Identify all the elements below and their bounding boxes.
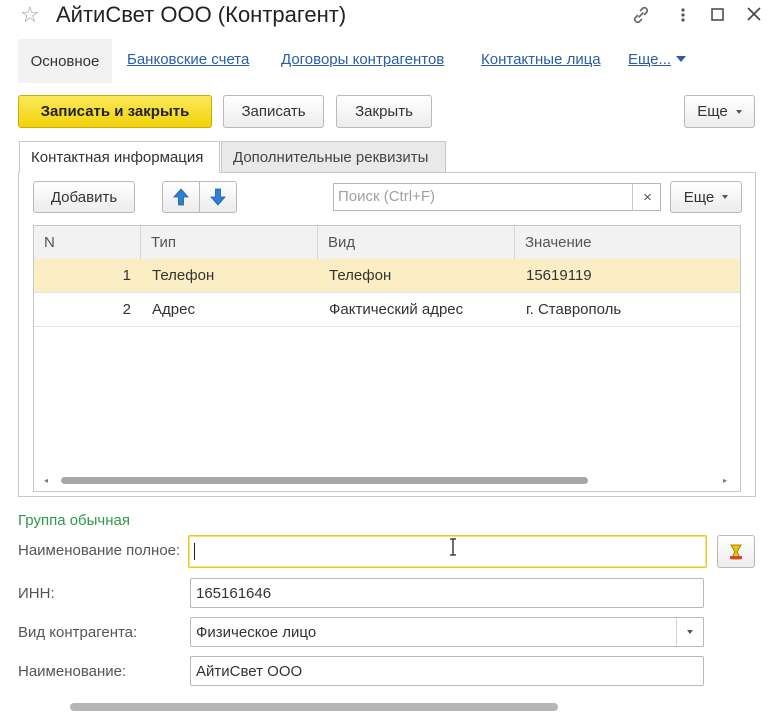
nav-more-arrow-icon[interactable] — [676, 56, 686, 62]
cell-value: 15619119 — [526, 267, 592, 284]
link-icon[interactable] — [630, 4, 652, 31]
name-field[interactable]: АйтиСвет ООО — [190, 656, 704, 686]
full-name-edit-button[interactable] — [717, 535, 755, 568]
save-button[interactable]: Записать — [223, 95, 324, 128]
group-title: Группа обычная — [18, 512, 130, 529]
more-button[interactable]: Еще — [684, 95, 755, 128]
window-title: АйтиСвет ООО (Контрагент) — [56, 2, 347, 27]
more-vertical-icon[interactable] — [680, 4, 686, 31]
search-placeholder: Поиск (Ctrl+F) — [338, 188, 435, 205]
chevron-down-icon — [722, 195, 729, 199]
move-up-button[interactable] — [162, 181, 200, 213]
tab-contact-info[interactable]: Контактная информация — [19, 141, 220, 173]
more-button-label: Еще — [697, 103, 728, 120]
favorite-star-icon[interactable]: ☆ — [20, 2, 40, 28]
counterparty-kind-select[interactable]: Физическое лицо — [190, 617, 704, 647]
maximize-icon[interactable] — [711, 8, 724, 26]
inn-label: ИНН: — [18, 585, 55, 602]
name-label: Наименование: — [18, 663, 127, 680]
row-divider — [34, 326, 740, 327]
chevron-down-icon — [735, 109, 742, 114]
column-header-type[interactable]: Тип — [141, 226, 318, 259]
nav-tab-contact-persons[interactable]: Контактные лица — [481, 51, 601, 68]
nav-tab-more[interactable]: Еще... — [628, 51, 671, 68]
cell-n: 2 — [122, 301, 131, 318]
i-beam-cursor-icon — [449, 538, 457, 559]
inn-field[interactable]: 165161646 — [190, 578, 704, 608]
table-more-button[interactable]: Еще — [670, 181, 742, 213]
counterparty-kind-label: Вид контрагента: — [18, 624, 138, 641]
nav-tab-bank-accounts[interactable]: Банковские счета — [127, 51, 249, 68]
column-header-kind[interactable]: Вид — [318, 226, 515, 259]
full-name-field[interactable] — [188, 535, 707, 568]
move-down-button[interactable] — [199, 181, 237, 213]
arrow-up-icon — [173, 188, 189, 206]
chevron-down-icon — [687, 630, 693, 634]
close-button-label: Закрыть — [355, 103, 413, 120]
cell-value: г. Ставрополь — [526, 301, 622, 318]
close-icon[interactable] — [747, 7, 761, 26]
cell-kind: Фактический адрес — [329, 301, 464, 318]
cell-type: Адрес — [152, 301, 195, 318]
text-cursor — [194, 543, 195, 560]
form-horizontal-scrollbar[interactable] — [70, 703, 558, 711]
add-button[interactable]: Добавить — [33, 181, 135, 213]
arrow-down-icon — [210, 188, 226, 206]
table-more-label: Еще — [683, 188, 715, 206]
search-clear-button[interactable]: × — [632, 183, 662, 211]
edit-full-name-icon — [730, 544, 742, 559]
cell-type: Телефон — [152, 267, 215, 284]
cell-n: 1 — [122, 267, 131, 284]
nav-tab-main[interactable]: Основное — [18, 39, 112, 83]
counterparty-kind-value: Физическое лицо — [196, 623, 317, 641]
dropdown-toggle[interactable] — [676, 618, 703, 646]
scroll-right-icon[interactable]: ▸ — [723, 476, 727, 485]
tab-additional-attributes[interactable]: Дополнительные реквизиты — [221, 141, 446, 172]
nav-tab-contracts[interactable]: Договоры контрагентов — [281, 51, 444, 68]
save-and-close-button[interactable]: Записать и закрыть — [18, 95, 212, 128]
cell-kind: Телефон — [329, 267, 392, 284]
full-name-label: Наименование полное: — [18, 542, 181, 559]
close-button[interactable]: Закрыть — [336, 95, 432, 128]
table-horizontal-scrollbar[interactable] — [61, 477, 588, 484]
scroll-left-icon[interactable]: ◂ — [44, 476, 48, 485]
column-header-n[interactable]: N — [34, 226, 141, 259]
column-header-value[interactable]: Значение — [515, 226, 740, 259]
